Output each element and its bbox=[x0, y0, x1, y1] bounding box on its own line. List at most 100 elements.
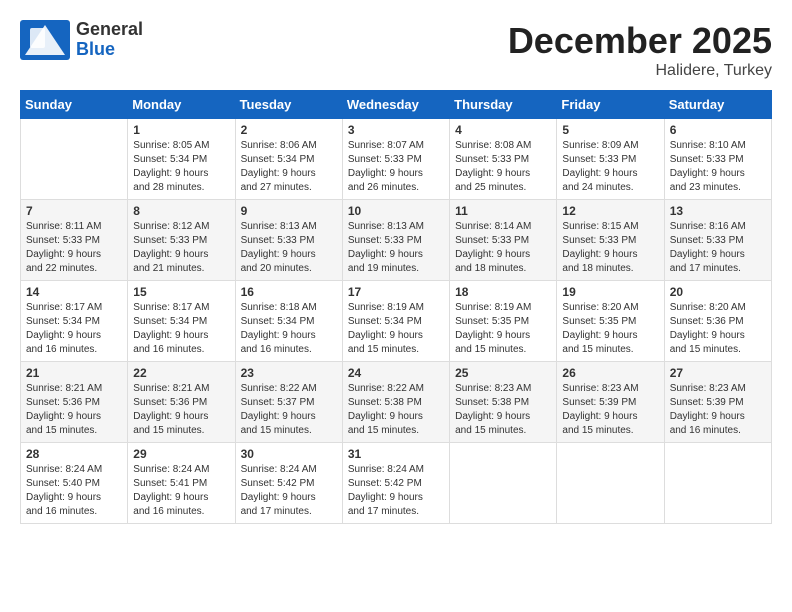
day-number: 22 bbox=[133, 366, 229, 380]
day-number: 16 bbox=[241, 285, 337, 299]
day-info: Sunrise: 8:06 AM Sunset: 5:34 PM Dayligh… bbox=[241, 139, 337, 195]
day-number: 13 bbox=[670, 204, 766, 218]
day-info: Sunrise: 8:05 AM Sunset: 5:34 PM Dayligh… bbox=[133, 139, 229, 195]
calendar-cell: 16 Sunrise: 8:18 AM Sunset: 5:34 PM Dayli… bbox=[235, 281, 342, 362]
calendar-cell bbox=[664, 443, 771, 524]
day-number: 17 bbox=[348, 285, 444, 299]
week-row-3: 14 Sunrise: 8:17 AM Sunset: 5:34 PM Dayli… bbox=[21, 281, 772, 362]
day-info: Sunrise: 8:24 AM Sunset: 5:40 PM Dayligh… bbox=[26, 463, 122, 519]
day-number: 21 bbox=[26, 366, 122, 380]
day-number: 9 bbox=[241, 204, 337, 218]
weekday-header-friday: Friday bbox=[557, 91, 664, 119]
calendar-cell: 14Sunrise: 8:17 AM Sunset: 5:34 PM Dayli… bbox=[21, 281, 128, 362]
day-info: Sunrise: 8:23 AM Sunset: 5:39 PM Dayligh… bbox=[670, 382, 766, 438]
day-number: 5 bbox=[562, 123, 658, 137]
day-info: Sunrise: 8:09 AM Sunset: 5:33 PM Dayligh… bbox=[562, 139, 658, 195]
day-number: 10 bbox=[348, 204, 444, 218]
calendar-cell: 30 Sunrise: 8:24 AM Sunset: 5:42 PM Dayli… bbox=[235, 443, 342, 524]
day-info: Sunrise: 8:12 AM Sunset: 5:33 PM Dayligh… bbox=[133, 220, 229, 276]
day-info: Sunrise: 8:18 AM Sunset: 5:34 PM Dayligh… bbox=[241, 301, 337, 357]
day-info: Sunrise: 8:19 AM Sunset: 5:34 PM Dayligh… bbox=[348, 301, 444, 357]
calendar-cell: 11 Sunrise: 8:14 AM Sunset: 5:33 PM Dayli… bbox=[450, 200, 557, 281]
day-number: 31 bbox=[348, 447, 444, 461]
day-info: Sunrise: 8:23 AM Sunset: 5:38 PM Dayligh… bbox=[455, 382, 551, 438]
month-title: December 2025 bbox=[508, 20, 772, 62]
day-number: 15 bbox=[133, 285, 229, 299]
calendar-cell: 5 Sunrise: 8:09 AM Sunset: 5:33 PM Daylig… bbox=[557, 119, 664, 200]
day-info: Sunrise: 8:24 AM Sunset: 5:41 PM Dayligh… bbox=[133, 463, 229, 519]
logo-icon bbox=[20, 20, 70, 60]
calendar-cell: 25 Sunrise: 8:23 AM Sunset: 5:38 PM Dayli… bbox=[450, 362, 557, 443]
logo-text: General Blue bbox=[76, 20, 143, 60]
location: Halidere, Turkey bbox=[508, 62, 772, 80]
day-number: 20 bbox=[670, 285, 766, 299]
day-number: 29 bbox=[133, 447, 229, 461]
week-row-2: 7Sunrise: 8:11 AM Sunset: 5:33 PM Daylig… bbox=[21, 200, 772, 281]
weekday-header-tuesday: Tuesday bbox=[235, 91, 342, 119]
weekday-header-row: SundayMondayTuesdayWednesdayThursdayFrid… bbox=[21, 91, 772, 119]
day-info: Sunrise: 8:10 AM Sunset: 5:33 PM Dayligh… bbox=[670, 139, 766, 195]
calendar-cell: 20 Sunrise: 8:20 AM Sunset: 5:36 PM Dayli… bbox=[664, 281, 771, 362]
day-number: 14 bbox=[26, 285, 122, 299]
day-info: Sunrise: 8:14 AM Sunset: 5:33 PM Dayligh… bbox=[455, 220, 551, 276]
day-info: Sunrise: 8:22 AM Sunset: 5:38 PM Dayligh… bbox=[348, 382, 444, 438]
day-number: 7 bbox=[26, 204, 122, 218]
calendar-cell: 22 Sunrise: 8:21 AM Sunset: 5:36 PM Dayli… bbox=[128, 362, 235, 443]
day-info: Sunrise: 8:13 AM Sunset: 5:33 PM Dayligh… bbox=[348, 220, 444, 276]
calendar-cell: 6 Sunrise: 8:10 AM Sunset: 5:33 PM Daylig… bbox=[664, 119, 771, 200]
calendar-cell: 7Sunrise: 8:11 AM Sunset: 5:33 PM Daylig… bbox=[21, 200, 128, 281]
calendar-cell: 1 Sunrise: 8:05 AM Sunset: 5:34 PM Daylig… bbox=[128, 119, 235, 200]
day-number: 27 bbox=[670, 366, 766, 380]
week-row-5: 28 Sunrise: 8:24 AM Sunset: 5:40 PM Dayli… bbox=[21, 443, 772, 524]
day-number: 8 bbox=[133, 204, 229, 218]
day-info: Sunrise: 8:24 AM Sunset: 5:42 PM Dayligh… bbox=[241, 463, 337, 519]
day-info: Sunrise: 8:24 AM Sunset: 5:42 PM Dayligh… bbox=[348, 463, 444, 519]
day-number: 18 bbox=[455, 285, 551, 299]
calendar-cell: 13 Sunrise: 8:16 AM Sunset: 5:33 PM Dayli… bbox=[664, 200, 771, 281]
title-block: December 2025 Halidere, Turkey bbox=[508, 20, 772, 80]
calendar-cell: 8 Sunrise: 8:12 AM Sunset: 5:33 PM Daylig… bbox=[128, 200, 235, 281]
day-number: 24 bbox=[348, 366, 444, 380]
day-info: Sunrise: 8:13 AM Sunset: 5:33 PM Dayligh… bbox=[241, 220, 337, 276]
calendar-cell: 26Sunrise: 8:23 AM Sunset: 5:39 PM Dayli… bbox=[557, 362, 664, 443]
day-info: Sunrise: 8:21 AM Sunset: 5:36 PM Dayligh… bbox=[26, 382, 122, 438]
day-info: Sunrise: 8:17 AM Sunset: 5:34 PM Dayligh… bbox=[133, 301, 229, 357]
calendar-cell: 27 Sunrise: 8:23 AM Sunset: 5:39 PM Dayli… bbox=[664, 362, 771, 443]
day-info: Sunrise: 8:19 AM Sunset: 5:35 PM Dayligh… bbox=[455, 301, 551, 357]
day-number: 12 bbox=[562, 204, 658, 218]
calendar-cell: 17 Sunrise: 8:19 AM Sunset: 5:34 PM Dayli… bbox=[342, 281, 449, 362]
page-header: General Blue December 2025 Halidere, Tur… bbox=[20, 20, 772, 80]
calendar-cell: 3Sunrise: 8:07 AM Sunset: 5:33 PM Daylig… bbox=[342, 119, 449, 200]
day-number: 30 bbox=[241, 447, 337, 461]
calendar-cell: 28 Sunrise: 8:24 AM Sunset: 5:40 PM Dayli… bbox=[21, 443, 128, 524]
calendar-cell: 21 Sunrise: 8:21 AM Sunset: 5:36 PM Dayli… bbox=[21, 362, 128, 443]
day-number: 28 bbox=[26, 447, 122, 461]
day-info: Sunrise: 8:22 AM Sunset: 5:37 PM Dayligh… bbox=[241, 382, 337, 438]
day-info: Sunrise: 8:16 AM Sunset: 5:33 PM Dayligh… bbox=[670, 220, 766, 276]
calendar-cell: 15 Sunrise: 8:17 AM Sunset: 5:34 PM Dayli… bbox=[128, 281, 235, 362]
calendar-cell: 31 Sunrise: 8:24 AM Sunset: 5:42 PM Dayli… bbox=[342, 443, 449, 524]
day-number: 1 bbox=[133, 123, 229, 137]
calendar-cell: 2 Sunrise: 8:06 AM Sunset: 5:34 PM Daylig… bbox=[235, 119, 342, 200]
day-number: 25 bbox=[455, 366, 551, 380]
weekday-header-thursday: Thursday bbox=[450, 91, 557, 119]
week-row-4: 21 Sunrise: 8:21 AM Sunset: 5:36 PM Dayli… bbox=[21, 362, 772, 443]
weekday-header-saturday: Saturday bbox=[664, 91, 771, 119]
calendar-cell bbox=[21, 119, 128, 200]
week-row-1: 1 Sunrise: 8:05 AM Sunset: 5:34 PM Daylig… bbox=[21, 119, 772, 200]
day-info: Sunrise: 8:20 AM Sunset: 5:36 PM Dayligh… bbox=[670, 301, 766, 357]
calendar-table: SundayMondayTuesdayWednesdayThursdayFrid… bbox=[20, 90, 772, 524]
day-number: 3 bbox=[348, 123, 444, 137]
calendar-cell: 10 Sunrise: 8:13 AM Sunset: 5:33 PM Dayli… bbox=[342, 200, 449, 281]
weekday-header-sunday: Sunday bbox=[21, 91, 128, 119]
day-info: Sunrise: 8:08 AM Sunset: 5:33 PM Dayligh… bbox=[455, 139, 551, 195]
weekday-header-wednesday: Wednesday bbox=[342, 91, 449, 119]
day-number: 6 bbox=[670, 123, 766, 137]
day-info: Sunrise: 8:21 AM Sunset: 5:36 PM Dayligh… bbox=[133, 382, 229, 438]
logo: General Blue bbox=[20, 20, 143, 60]
day-info: Sunrise: 8:15 AM Sunset: 5:33 PM Dayligh… bbox=[562, 220, 658, 276]
day-number: 2 bbox=[241, 123, 337, 137]
day-number: 11 bbox=[455, 204, 551, 218]
calendar-cell: 29 Sunrise: 8:24 AM Sunset: 5:41 PM Dayli… bbox=[128, 443, 235, 524]
calendar-cell: 4Sunrise: 8:08 AM Sunset: 5:33 PM Daylig… bbox=[450, 119, 557, 200]
